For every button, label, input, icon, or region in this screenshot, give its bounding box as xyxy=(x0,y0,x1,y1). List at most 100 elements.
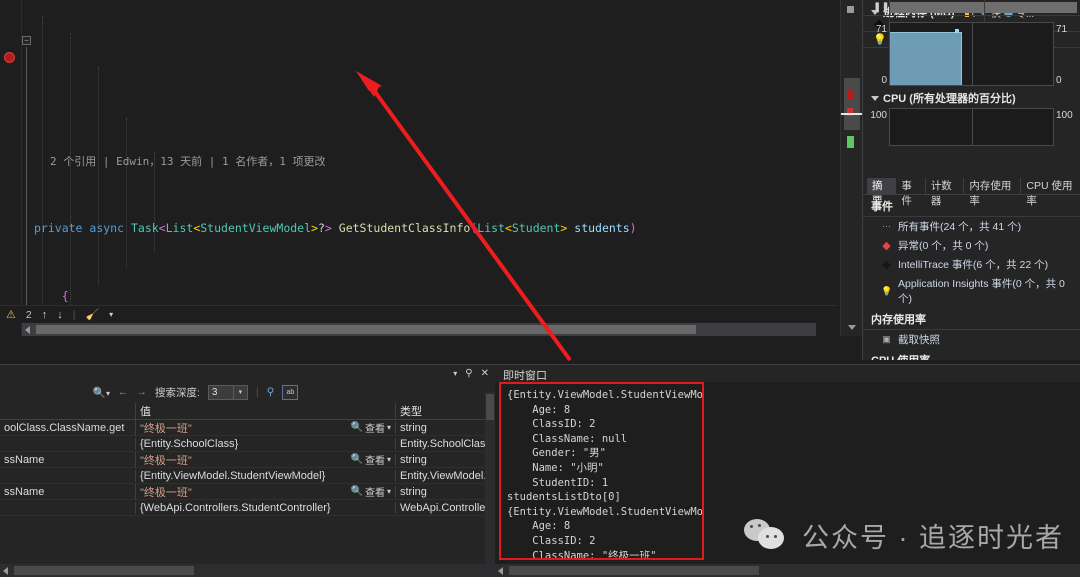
row-value-cell[interactable]: {Entity.SchoolClass} xyxy=(135,438,395,450)
table-row[interactable]: ssName "终极一班" 🔍查看▾ string xyxy=(0,452,495,468)
summary-all-events[interactable]: ⋯ 所有事件(24 个，共 41 个) xyxy=(863,217,1080,236)
locals-rows[interactable]: oolClass.ClassName.get "终极一班" 🔍查看▾ strin… xyxy=(0,420,495,516)
saved-change-marker xyxy=(847,136,854,148)
row-type: string xyxy=(395,422,495,434)
row-value-cell[interactable]: "终极一班" 🔍查看▾ xyxy=(135,420,395,436)
immediate-horizontal-scrollbar[interactable] xyxy=(495,564,1080,577)
summary-exceptions[interactable]: ◆ 异常(0 个，共 0 个) xyxy=(863,236,1080,255)
search-next-icon[interactable]: → xyxy=(137,386,148,398)
immediate-window-title: 即时窗口 xyxy=(495,365,1080,382)
locals-grid-header: 值 类型 xyxy=(0,403,495,420)
row-value: {Entity.ViewModel.StudentViewModel} xyxy=(140,470,325,482)
tab-summary[interactable]: 摘要 xyxy=(867,178,896,194)
scroll-left-arrow[interactable] xyxy=(3,567,8,575)
scroll-thumb[interactable] xyxy=(509,566,759,575)
value-visualizer[interactable]: 🔍查看▾ xyxy=(351,452,391,468)
broom-icon[interactable]: 🧹 xyxy=(85,308,99,321)
diagnostic-tabs[interactable]: 摘要 事件 计数器 内存使用率 CPU 使用率 xyxy=(863,178,1080,195)
value-visualizer[interactable]: 🔍查看▾ xyxy=(351,484,391,500)
table-row[interactable]: {WebApi.Controllers.StudentController} W… xyxy=(0,500,495,516)
tab-counters[interactable]: 计数器 xyxy=(926,178,965,194)
output-line: Age: 8 xyxy=(507,403,702,418)
value-visualizer[interactable]: 🔍查看▾ xyxy=(351,420,391,436)
editor-vertical-scrollbar[interactable] xyxy=(840,0,862,336)
pin-column-icon[interactable]: ⚲ xyxy=(267,386,275,398)
output-line: ClassID: 2 xyxy=(507,534,702,549)
search-depth-value[interactable]: 3 xyxy=(208,385,234,400)
scroll-thumb[interactable] xyxy=(36,325,696,334)
scroll-left-arrow[interactable] xyxy=(498,567,503,575)
scroll-left-arrow[interactable] xyxy=(25,326,30,334)
memory-group-title: 内存使用率 xyxy=(863,308,1080,330)
tab-events[interactable]: 事件 xyxy=(896,178,925,194)
code-text[interactable]: 2 个引用 | Edwin，13 天前 | 1 名作者，1 项更改 privat… xyxy=(22,0,838,336)
events-group-title: 事件 xyxy=(863,195,1080,217)
indent-guide xyxy=(126,118,127,268)
chevron-down-icon[interactable] xyxy=(871,96,879,101)
row-value: "终极一班" xyxy=(140,455,192,467)
indent-guide xyxy=(98,67,99,285)
close-icon[interactable]: ✕ xyxy=(481,368,489,379)
search-depth-select[interactable]: 3 ▾ xyxy=(208,385,248,400)
locals-window[interactable]: ▾ ⚲ ✕ 🔍▾ ← → 搜索深度: 3 ▾ | ⚲ ab 值 类型 oolCl… xyxy=(0,364,495,577)
codelens-line[interactable]: 2 个引用 | Edwin，13 天前 | 1 名作者，1 项更改 xyxy=(22,153,838,169)
row-name: oolClass.ClassName.get xyxy=(0,422,135,434)
row-type: Entity.SchoolClass xyxy=(395,438,495,450)
events-row[interactable]: ❚❚ xyxy=(863,0,1080,16)
row-name: ssName xyxy=(0,454,135,466)
table-row[interactable]: {Entity.ViewModel.StudentViewModel} Enti… xyxy=(0,468,495,484)
row-value-cell[interactable]: {Entity.ViewModel.StudentViewModel} xyxy=(135,470,395,482)
row-value-cell[interactable]: "终极一班" 🔍查看▾ xyxy=(135,484,395,500)
code-editor[interactable]: − 2 个引用 | Edwin，13 天前 | 1 名作者，1 项更改 priv… xyxy=(0,0,862,360)
chevron-down-icon[interactable]: ▾ xyxy=(234,385,248,400)
memory-graph[interactable] xyxy=(889,22,1054,86)
scroll-thumb[interactable] xyxy=(844,78,860,130)
string-view-icon[interactable]: ab xyxy=(282,385,298,400)
locals-toolbar[interactable]: 🔍▾ ← → 搜索深度: 3 ▾ | ⚲ ab xyxy=(0,381,495,403)
editor-gutter[interactable] xyxy=(0,0,22,336)
chevron-down-icon[interactable]: ▾ xyxy=(109,310,113,319)
locals-titlebar[interactable]: ▾ ⚲ ✕ xyxy=(0,365,495,381)
nav-up-icon[interactable]: ↑ xyxy=(42,309,48,321)
window-menu-icon[interactable]: ▾ xyxy=(453,369,457,378)
output-line: {Entity.ViewModel.StudentViewModel} xyxy=(507,388,702,403)
row-value: {WebApi.Controllers.StudentController} xyxy=(140,502,331,514)
row-value-cell[interactable]: "终极一班" 🔍查看▾ xyxy=(135,452,395,468)
summary-app-insights-label: Application Insights 事件(0 个，共 0 个) xyxy=(898,276,1080,306)
cpu-header[interactable]: CPU (所有处理器的百分比) xyxy=(863,88,1080,108)
cpu-chart-wrap: 100 100 xyxy=(863,108,1080,150)
tab-memory-usage[interactable]: 内存使用率 xyxy=(964,178,1021,194)
code-pane[interactable]: − 2 个引用 | Edwin，13 天前 | 1 名作者，1 项更改 priv… xyxy=(0,0,838,336)
output-line: Age: 8 xyxy=(507,519,702,534)
summary-intellitrace-label: IntelliTrace 事件(6 个，共 22 个) xyxy=(898,257,1048,272)
row-value-cell[interactable]: {WebApi.Controllers.StudentController} xyxy=(135,502,395,514)
nav-down-icon[interactable]: ↓ xyxy=(57,309,63,321)
take-snapshot-action[interactable]: ▣ 截取快照 xyxy=(863,330,1080,349)
table-row[interactable]: {Entity.SchoolClass} Entity.SchoolClass xyxy=(0,436,495,452)
scroll-down-arrow[interactable] xyxy=(848,325,856,330)
diagnostic-tools-panel[interactable]: ❚❚ ◆ 💡 进程内存 (MB) ( 快 xyxy=(862,0,1080,360)
search-icon[interactable]: 🔍▾ xyxy=(40,386,110,399)
tab-cpu-usage[interactable]: CPU 使用率 xyxy=(1021,178,1080,194)
cpu-title: CPU (所有处理器的百分比) xyxy=(883,90,1016,106)
locals-vertical-scrollbar[interactable] xyxy=(485,392,495,564)
pin-icon[interactable]: ⚲ xyxy=(465,368,472,379)
output-line: ClassName: "终极一班" xyxy=(507,549,702,560)
breakpoint-glyph[interactable] xyxy=(4,52,15,63)
search-prev-icon[interactable]: ← xyxy=(118,386,129,398)
row-type: Entity.ViewModel.St... xyxy=(395,470,495,482)
summary-intellitrace[interactable]: ◆ IntelliTrace 事件(6 个，共 22 个) xyxy=(863,255,1080,274)
cpu-graph[interactable] xyxy=(889,108,1054,146)
immediate-window-output[interactable]: {Entity.ViewModel.StudentViewModel} Age:… xyxy=(499,382,704,560)
table-row[interactable]: oolClass.ClassName.get "终极一班" 🔍查看▾ strin… xyxy=(0,420,495,436)
editor-horizontal-scrollbar[interactable] xyxy=(22,323,816,336)
locals-horizontal-scrollbar[interactable] xyxy=(0,564,495,577)
scroll-thumb[interactable] xyxy=(486,394,494,420)
memory-axis-left-min: 0 xyxy=(863,75,887,86)
scroll-thumb[interactable] xyxy=(14,566,194,575)
summary-app-insights[interactable]: 💡 Application Insights 事件(0 个，共 0 个) xyxy=(863,274,1080,308)
code-line: { xyxy=(22,288,838,305)
watermark-text: 公众号 · 追逐时光者 xyxy=(802,516,1064,555)
table-row[interactable]: ssName "终极一班" 🔍查看▾ string xyxy=(0,484,495,500)
memory-series-area xyxy=(890,32,962,85)
